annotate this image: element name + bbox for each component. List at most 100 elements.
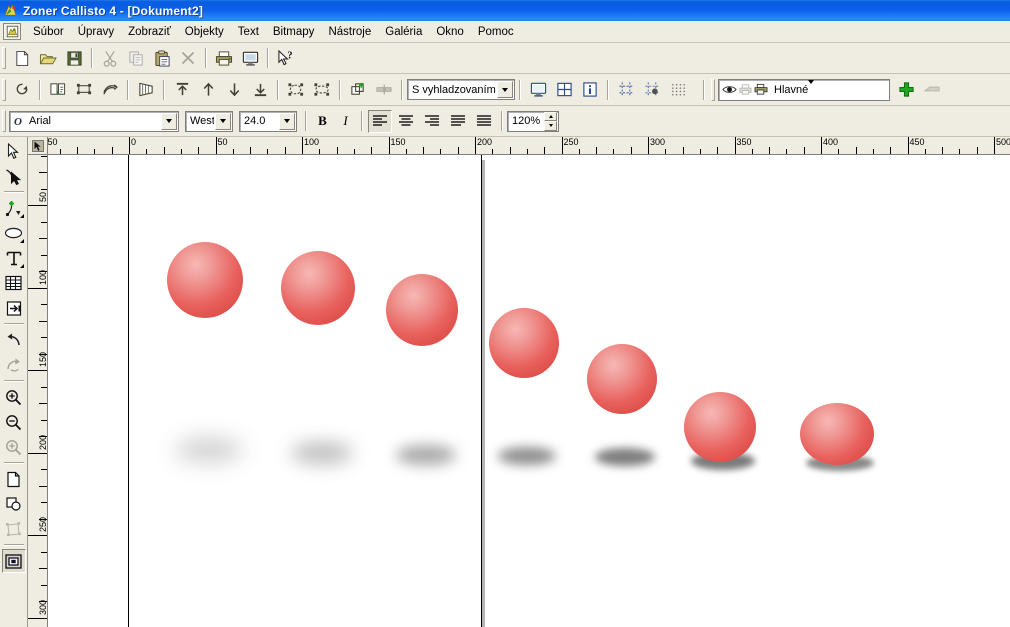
menu-item-nastroje[interactable]: Nástroje — [321, 24, 378, 40]
sphere-7[interactable] — [800, 403, 874, 465]
cut-button — [98, 47, 122, 70]
sphere-3[interactable] — [386, 274, 458, 346]
tool-fullscreen[interactable] — [1, 549, 26, 573]
sphere-4[interactable] — [489, 308, 559, 378]
font-size-combo[interactable]: 24.0 — [239, 110, 297, 132]
send-to-back-button[interactable] — [248, 78, 272, 101]
sphere-5[interactable] — [587, 344, 657, 414]
align-objects-button[interactable] — [284, 78, 308, 101]
info-button[interactable] — [578, 78, 602, 101]
align-justify-button[interactable] — [446, 110, 470, 133]
tool-node-edit[interactable] — [2, 164, 26, 188]
menu-item-zobrazit[interactable]: Zobraziť — [121, 24, 178, 40]
tool-page-view[interactable] — [2, 467, 26, 491]
align-right-button[interactable] — [420, 110, 444, 133]
snap-grid-button[interactable] — [666, 78, 690, 101]
ruler-minor-tick — [855, 147, 857, 154]
chevron-down-icon[interactable] — [215, 112, 231, 130]
tool-submenu-indicator[interactable] — [16, 264, 24, 268]
tool-table[interactable] — [2, 271, 26, 295]
menu-item-text[interactable]: Text — [231, 24, 266, 40]
menu-item-okno[interactable]: Okno — [429, 24, 471, 40]
ungroup-button[interactable] — [98, 78, 122, 101]
ruler-minor-tick — [163, 147, 165, 154]
paste-button[interactable] — [150, 47, 174, 70]
blend-button[interactable] — [134, 78, 158, 101]
ruler-label: 300 — [38, 599, 48, 615]
chevron-down-icon[interactable] — [808, 79, 815, 96]
vertical-ruler[interactable]: 50 100 150 200 250 300 — [28, 155, 48, 627]
print-button[interactable] — [212, 47, 236, 70]
send-backward-button[interactable] — [222, 78, 246, 101]
ruler-label: 300 — [650, 137, 666, 147]
italic-button[interactable]: I — [335, 111, 356, 132]
tool-text[interactable] — [2, 246, 26, 270]
open-folder-button[interactable] — [36, 47, 60, 70]
tool-zoom-out[interactable] — [2, 410, 26, 434]
bring-forward-button[interactable] — [196, 78, 220, 101]
snap-objects-button[interactable] — [640, 78, 664, 101]
tool-undo[interactable] — [2, 328, 26, 352]
drawing-canvas[interactable] — [48, 155, 1010, 627]
align-center-button[interactable] — [394, 110, 418, 133]
tool-arrow-select[interactable] — [2, 139, 26, 163]
sphere-2[interactable] — [281, 251, 355, 325]
toolbar-gripper[interactable] — [2, 110, 6, 132]
tool-pen-draw[interactable] — [2, 196, 26, 220]
help-pointer-button[interactable]: ? — [274, 47, 298, 70]
menu-item-pomoc[interactable]: Pomoc — [471, 24, 521, 40]
document-system-icon[interactable] — [3, 23, 21, 40]
sphere-6[interactable] — [684, 392, 756, 462]
print-preview-button[interactable] — [238, 47, 262, 70]
ruler-label: 0 — [131, 137, 137, 147]
horizontal-ruler[interactable]: -50 0 50 100 150 200 250 300 350 400 450 500 — [48, 137, 1010, 155]
tool-ellipse[interactable] — [2, 221, 26, 245]
align-left-button[interactable] — [368, 109, 392, 133]
sphere-1[interactable] — [167, 242, 243, 318]
tool-shape-fill[interactable] — [2, 492, 26, 516]
menu-item-upravy[interactable]: Úpravy — [71, 24, 121, 40]
tool-insert-object[interactable] — [2, 296, 26, 320]
toolbar-gripper[interactable] — [2, 47, 6, 69]
chevron-down-icon[interactable] — [279, 112, 295, 130]
zoom-level-spinner[interactable]: 120% — [507, 110, 559, 132]
chevron-down-icon[interactable] — [161, 112, 177, 130]
bring-to-front-button[interactable] — [170, 78, 194, 101]
ruler-origin-button[interactable] — [28, 137, 48, 155]
font-family-combo[interactable]: O Arial — [9, 110, 179, 132]
bold-button[interactable]: B — [312, 111, 333, 132]
page-grid-button[interactable] — [552, 78, 576, 101]
menu-item-objekty[interactable]: Objekty — [178, 24, 231, 40]
toolbar-separator — [277, 79, 279, 100]
zoom-increase-button[interactable] — [544, 111, 557, 121]
tool-submenu-indicator[interactable] — [16, 214, 24, 218]
toolbar-gripper[interactable] — [2, 78, 6, 101]
layer-toolbar-gripper[interactable] — [711, 78, 715, 101]
layer-combo[interactable]: Hlavné — [718, 78, 890, 101]
group-button[interactable] — [72, 78, 96, 101]
save-disk-button[interactable] — [62, 47, 86, 70]
align-force-justify-button[interactable] — [472, 110, 496, 133]
duplicate-button[interactable] — [46, 78, 70, 101]
snap-guides-button[interactable] — [614, 78, 638, 101]
menu-item-galeria[interactable]: Galéria — [378, 24, 429, 40]
menu-item-subor[interactable]: Súbor — [26, 24, 71, 40]
rotate-button[interactable] — [10, 78, 34, 101]
menu-item-bitmapy[interactable]: Bitmapy — [266, 24, 322, 40]
script-combo[interactable]: West — [185, 110, 233, 132]
objects-toolbar: S vyhladzovaním Hlavné — [0, 74, 1010, 106]
add-layer-button[interactable] — [894, 78, 918, 101]
standard-toolbar: ? — [0, 43, 1010, 74]
tool-submenu-indicator[interactable] — [16, 239, 24, 243]
zoom-decrease-button[interactable] — [544, 121, 557, 131]
sphere-5-shadow — [595, 448, 655, 466]
distribute-objects-button[interactable] — [310, 78, 334, 101]
tool-zoom-in[interactable] — [2, 385, 26, 409]
new-document-button[interactable] — [10, 47, 34, 70]
chevron-down-icon[interactable] — [497, 81, 513, 98]
render-mode-combo[interactable]: S vyhladzovaním — [407, 79, 515, 100]
combine-button[interactable] — [346, 78, 370, 101]
toolbar-separator — [163, 79, 165, 100]
screen-view-button[interactable] — [526, 78, 550, 101]
tool-zoom-reset — [2, 435, 26, 459]
